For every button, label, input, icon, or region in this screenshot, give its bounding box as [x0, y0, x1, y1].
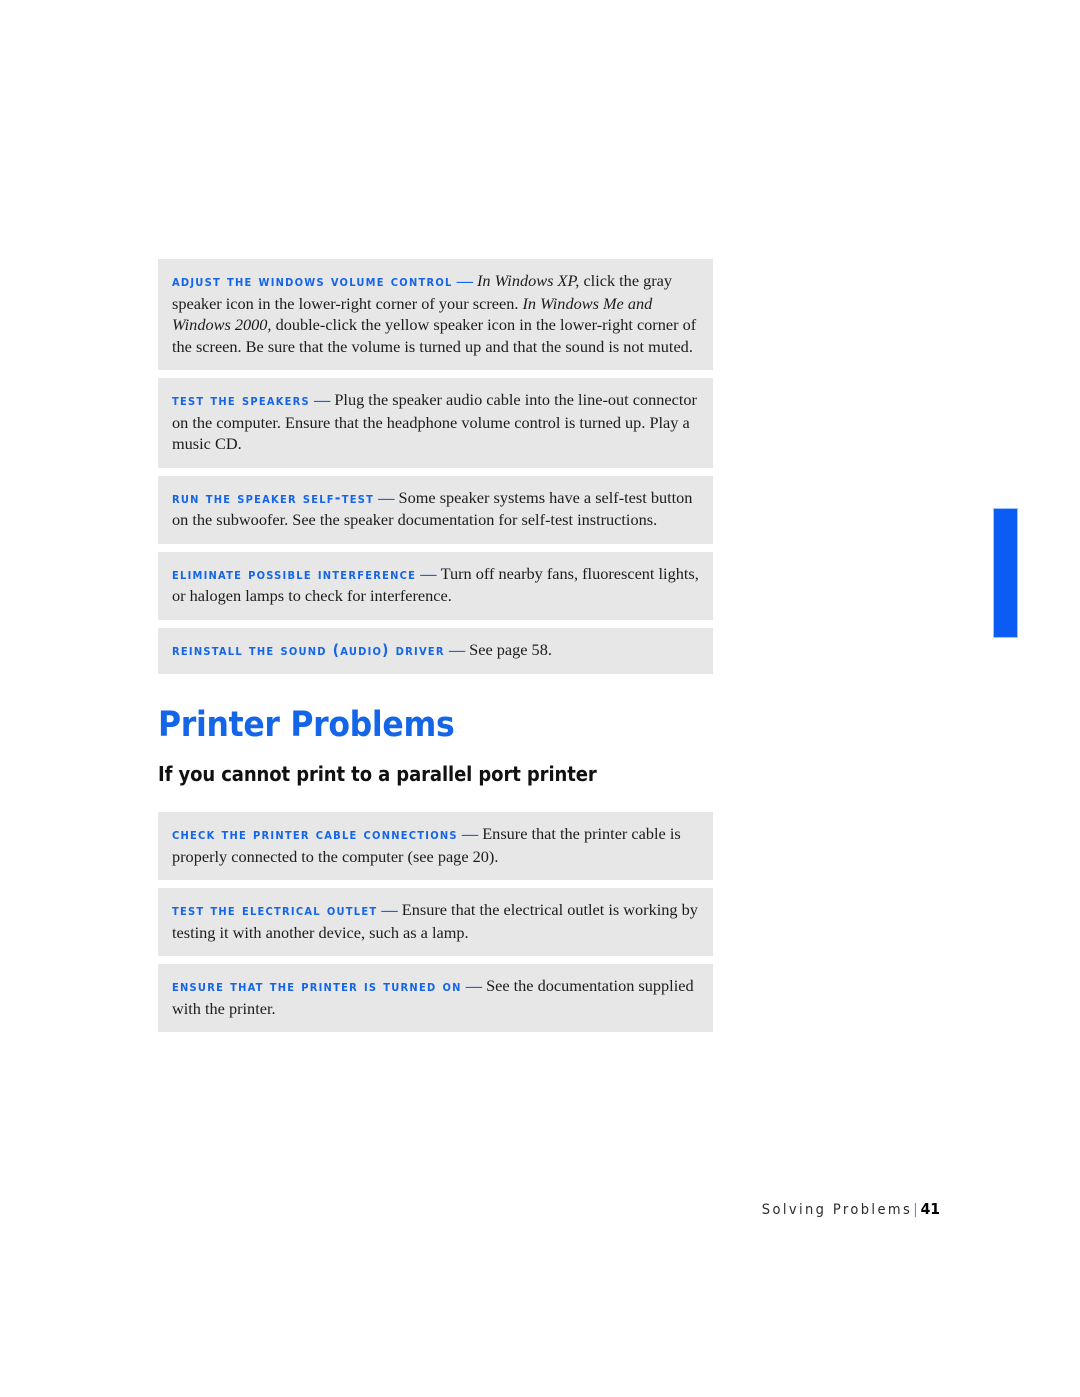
page-title: Printer Problems: [158, 705, 455, 745]
tip-box: Ensure that the printer is turned on — S…: [158, 964, 713, 1032]
tip-dash: —: [377, 900, 402, 919]
tip-term: Check the printer cable connections: [172, 825, 458, 843]
document-page: Adjust the Windows volume control — In W…: [0, 0, 1080, 1397]
tip-term: Eliminate possible interference: [172, 564, 417, 583]
tip-dash: —: [309, 390, 335, 409]
tip-body-text: In Windows XP,: [477, 271, 580, 290]
footer-chapter: Solving Problems: [761, 1202, 913, 1218]
tip-dash: —: [452, 271, 477, 290]
printer-tips-list: Check the printer cable connections — En…: [158, 812, 713, 1032]
tip-paragraph: Eliminate possible interference — Turn o…: [172, 563, 699, 607]
tip-paragraph: Run the speaker self-test — Some speaker…: [172, 487, 699, 531]
page-footer: Solving Problems| 41: [762, 1200, 940, 1218]
tip-paragraph: Test the electrical outlet — Ensure that…: [172, 899, 699, 943]
tip-dash: —: [461, 976, 487, 995]
tip-term: Test the speakers: [172, 391, 310, 409]
tip-term: Ensure that the printer is turned on: [172, 977, 462, 995]
tip-box: Run the speaker self-test — Some speaker…: [158, 475, 713, 544]
tip-paragraph: Test the speakers — Plug the speaker aud…: [172, 389, 699, 455]
tip-dash: —: [374, 487, 399, 507]
chapter-thumb-tab: [993, 508, 1018, 638]
tip-paragraph: Check the printer cable connections — En…: [172, 823, 699, 867]
tip-dash: —: [416, 563, 441, 583]
tip-box: Test the speakers — Plug the speaker aud…: [158, 378, 713, 468]
tip-term: Reinstall the Sound (audio) driver: [172, 640, 445, 659]
tip-box: Reinstall the Sound (audio) driver — See…: [158, 627, 713, 674]
section-subtitle: If you cannot print to a parallel port p…: [158, 762, 597, 786]
tip-body-text: See page 58.: [469, 639, 552, 659]
tip-box: Test the electrical outlet — Ensure that…: [158, 888, 713, 956]
tip-box: Adjust the Windows volume control — In W…: [158, 259, 713, 370]
page-content: Adjust the Windows volume control — In W…: [158, 259, 713, 1040]
tip-box: Check the printer cable connections — En…: [158, 812, 713, 880]
footer-separator: |: [913, 1202, 918, 1218]
tip-term: Adjust the Windows volume control: [172, 272, 453, 290]
tip-dash: —: [457, 824, 483, 843]
tip-paragraph: Reinstall the Sound (audio) driver — See…: [172, 639, 699, 662]
tip-box: Eliminate possible interference — Turn o…: [158, 551, 713, 620]
tip-dash: —: [444, 639, 470, 659]
tip-paragraph: Ensure that the printer is turned on — S…: [172, 975, 699, 1019]
sound-tips-list: Adjust the Windows volume control — In W…: [158, 259, 713, 674]
tip-term: Test the electrical outlet: [172, 901, 378, 919]
tip-term: Run the speaker self-test: [172, 488, 375, 507]
page-number: 41: [920, 1200, 940, 1218]
tip-paragraph: Adjust the Windows volume control — In W…: [172, 270, 699, 357]
